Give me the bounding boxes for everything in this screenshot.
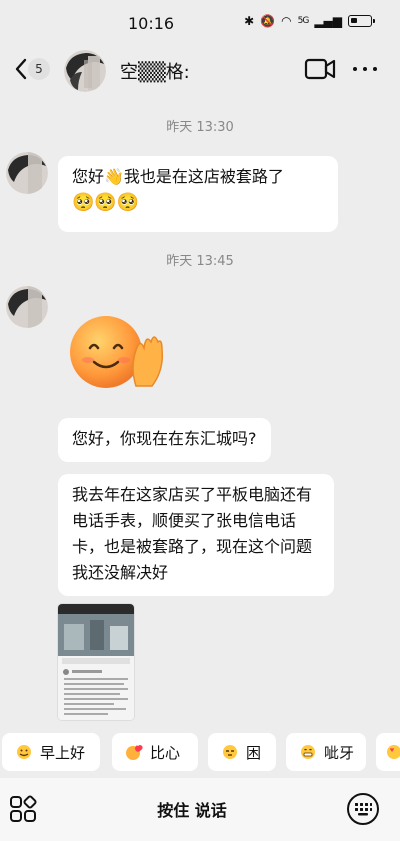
quick-reply-label: 困 — [246, 743, 262, 762]
avatar-image — [64, 50, 106, 92]
screenshot-thumbnail — [58, 604, 134, 720]
sender-avatar[interactable] — [6, 152, 48, 194]
sleepy-face-icon — [223, 745, 237, 759]
heart-face-icon — [387, 745, 400, 759]
message-text: 我去年在这家店买了平板电脑还有电话手表，顺便买了张电信电话卡，也是被套路了，现在… — [72, 485, 313, 582]
unread-count-badge[interactable]: 5 — [28, 58, 50, 80]
quick-reply-label: 比心 — [150, 743, 181, 762]
quick-reply-bar: 早上好 比心 困 呲牙 — [0, 733, 400, 773]
contact-name[interactable]: 空▒▒格: — [120, 58, 190, 84]
status-icons: ✱ 🔕 ◠ 5G ▂▄▆ — [244, 14, 375, 28]
quick-reply-morning[interactable]: 早上好 — [2, 733, 100, 771]
more-apps-button[interactable] — [8, 794, 38, 824]
chat-header: 5 空▒▒格: — [0, 44, 400, 96]
more-dot-icon — [373, 67, 377, 71]
quick-reply-heart[interactable]: 比心 — [112, 733, 198, 771]
message-bubble[interactable]: 您好，你现在在东汇城吗? — [58, 418, 271, 462]
sun-face-icon — [17, 745, 31, 759]
avatar-image — [6, 286, 48, 328]
image-message[interactable] — [58, 604, 134, 720]
keyboard-icon — [347, 793, 379, 825]
message-time: 昨天 13:30 — [166, 120, 234, 135]
video-call-button[interactable] — [304, 56, 336, 82]
status-time: 10:16 — [128, 14, 175, 33]
message-text: 您好，你现在在东汇城吗? — [72, 429, 257, 448]
keyboard-button[interactable] — [346, 792, 380, 826]
hold-to-talk-button[interactable]: 按住 说话 — [56, 792, 328, 826]
message-bubble[interactable]: 我去年在这家店买了平板电脑还有电话手表，顺便买了张电信电话卡，也是被套路了，现在… — [58, 474, 334, 596]
quick-reply-label: 呲牙 — [324, 743, 355, 762]
hello-sticker[interactable] — [66, 308, 166, 394]
mute-icon: 🔕 — [260, 14, 276, 28]
signal-icon: ▂▄▆ — [314, 14, 342, 28]
avatar-image — [6, 152, 48, 194]
heart-hands-icon — [126, 745, 143, 760]
waving-smile-icon — [70, 316, 164, 388]
quick-reply-sleepy[interactable]: 困 — [208, 733, 276, 771]
network-label: 5G — [297, 16, 310, 26]
message-time: 昨天 13:45 — [166, 254, 234, 269]
battery-icon — [348, 15, 375, 27]
status-bar: 10:16 ✱ 🔕 ◠ 5G ▂▄▆ — [0, 0, 400, 44]
quick-reply-grin[interactable]: 呲牙 — [286, 733, 366, 771]
more-dot-icon — [353, 67, 357, 71]
emoji-row: 🥺🥺🥺 — [72, 192, 140, 213]
bluetooth-icon: ✱ — [244, 14, 255, 28]
more-dot-icon — [363, 67, 367, 71]
message-bubble[interactable]: 您好👋我也是在这店被套路了 🥺🥺🥺 — [58, 156, 338, 232]
contact-avatar[interactable] — [64, 50, 106, 92]
quick-reply-label: 早上好 — [40, 743, 86, 762]
chevron-left-icon — [15, 58, 27, 80]
video-camera-icon — [304, 58, 336, 80]
grin-face-icon — [301, 745, 315, 759]
wifi-icon: ◠ — [281, 14, 292, 28]
sender-avatar[interactable] — [6, 286, 48, 328]
more-options-button[interactable] — [350, 56, 380, 82]
grid-apps-icon — [10, 795, 37, 822]
message-text: 您好👋我也是在这店被套路了 — [72, 167, 284, 186]
quick-reply-more[interactable] — [376, 733, 400, 771]
input-bar: 按住 说话 — [0, 778, 400, 841]
